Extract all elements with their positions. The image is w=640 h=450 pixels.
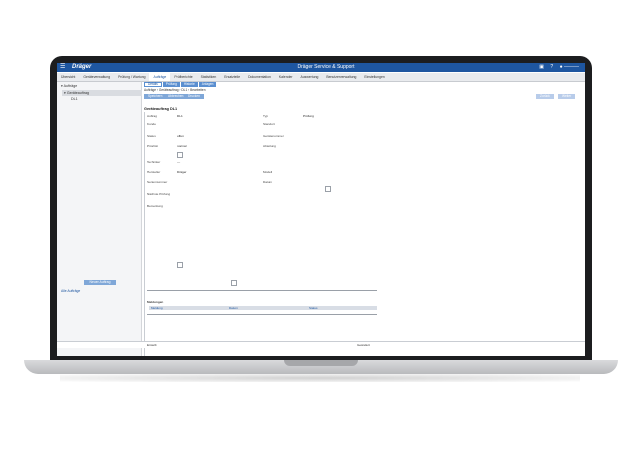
nav-item[interactable]: Prüfberichte (170, 73, 196, 81)
nav-item[interactable]: Kalender (275, 73, 297, 81)
form-panel: Auftrag DL1 Typ Prüfung Kunde Standort S… (144, 112, 435, 356)
abteilung-label: Abteilung (263, 144, 276, 148)
techniker-label: Techniker (147, 160, 161, 164)
nav-item[interactable]: Statistiken (197, 73, 221, 81)
chevron-down-icon: ▾ (61, 84, 63, 88)
app-title: Dräger Service & Support (297, 64, 355, 70)
kunde-label: Kunde (147, 122, 156, 126)
footer-right: Geändert (357, 343, 370, 347)
brand-logo: Dräger (72, 64, 92, 70)
techniker-value[interactable]: — (177, 160, 180, 164)
top-bar: ☰ Dräger Dräger Service & Support ▣ ? ● … (57, 63, 585, 72)
confirm-checkbox[interactable] (177, 262, 183, 268)
chevron-down-icon: ▾ (64, 91, 66, 95)
nav-item[interactable]: Prüfung / Wartung (114, 73, 149, 81)
auftrag-value[interactable]: DL1 (177, 114, 183, 118)
next-button[interactable]: Weiter (558, 94, 576, 99)
status-label: Status (147, 134, 156, 138)
typ-label: Typ (263, 114, 268, 118)
footer-left: Erstellt (147, 343, 157, 347)
nav-item[interactable]: Aufträge (149, 73, 171, 81)
geraetenr-label: Gerätenummer (263, 134, 284, 138)
nav-item[interactable]: Ersatzteile (220, 73, 244, 81)
nav-item[interactable]: Übersicht (57, 73, 79, 81)
auftrag-label: Auftrag (147, 114, 157, 118)
sidebar: ▾ Aufträge ▾ Geräteauftrag DL1 Neuer Auf… (57, 82, 142, 356)
user-menu[interactable]: ● ——— (560, 64, 579, 70)
messages-table-header: Meldung Datum Status (149, 306, 377, 310)
seriennr-label: Seriennummer (147, 180, 168, 184)
prioritaet-value[interactable]: normal (177, 144, 186, 148)
messages-heading: Meldungen (147, 300, 164, 304)
notification-icon[interactable]: ▣ (539, 64, 544, 70)
typ-value[interactable]: Prüfung (303, 114, 314, 118)
table-header-datum[interactable]: Datum (229, 306, 238, 310)
hersteller-label: Hersteller (147, 170, 161, 174)
tab-2[interactable]: Historie (180, 82, 198, 87)
device-shadow (60, 374, 580, 382)
naechste-label: Nächste Prüfung (147, 192, 171, 196)
nav-item[interactable]: Benutzerverwaltung (322, 73, 360, 81)
sidebar-item-selected[interactable]: ▾ Geräteauftrag (62, 90, 142, 96)
section-divider (147, 290, 377, 291)
print-button[interactable]: Drucken (184, 94, 204, 99)
nav-item[interactable]: Geräteverwaltung (79, 73, 114, 81)
breadcrumb: Aufträge › Geräteauftrag › DL1 › Bearbei… (144, 88, 206, 92)
standort-label: Standort (263, 122, 275, 126)
all-orders-link[interactable]: Alle Aufträge (61, 289, 80, 293)
detail-tabs: Details Prüfung Historie Anlagen (144, 82, 217, 87)
agree-checkbox[interactable] (231, 280, 237, 286)
laptop-notch (284, 360, 358, 366)
app-screen: ☰ Dräger Dräger Service & Support ▣ ? ● … (57, 63, 585, 356)
header-actions: ▣ ? ● ——— (534, 64, 579, 70)
prev-button[interactable]: Zurück (536, 94, 554, 99)
tab-3[interactable]: Anlagen (198, 82, 217, 87)
datum-label: Datum (263, 180, 273, 184)
bemerkung-label: Bemerkung (147, 204, 163, 208)
option-checkbox[interactable] (325, 186, 331, 192)
table-header-status[interactable]: Status (309, 306, 318, 310)
status-value[interactable]: offen (177, 134, 184, 138)
urgent-checkbox[interactable] (177, 152, 183, 158)
form-title: Geräteauftrag DL1 (144, 107, 178, 111)
new-order-button[interactable]: Neuer Auftrag (84, 280, 116, 285)
nav-item[interactable]: Dokumentation (244, 73, 275, 81)
main-content: Details Prüfung Historie Anlagen Aufträge ›… (144, 82, 584, 356)
table-header-meldung[interactable]: Meldung (151, 306, 163, 310)
nav-item[interactable]: Einstellungen (360, 73, 388, 81)
prioritaet-label: Priorität (147, 144, 158, 148)
sidebar-item-root[interactable]: ▾ Aufträge (61, 84, 77, 88)
nav-item[interactable]: Auswertung (296, 73, 322, 81)
main-navigation: Übersicht Geräteverwaltung Prüfung / Wartu… (57, 73, 585, 82)
tab-0[interactable]: Details (144, 82, 162, 87)
footer-bar: Erstellt Geändert (57, 341, 585, 348)
save-button[interactable]: Speichern (144, 94, 167, 99)
table-divider (147, 314, 377, 315)
help-icon[interactable]: ? (550, 64, 553, 70)
hersteller-value[interactable]: Dräger (177, 170, 186, 174)
menu-icon[interactable]: ☰ (60, 64, 65, 70)
modell-label: Modell (263, 170, 273, 174)
tab-1[interactable]: Prüfung (162, 82, 180, 87)
sidebar-item-child[interactable]: DL1 (71, 97, 78, 101)
